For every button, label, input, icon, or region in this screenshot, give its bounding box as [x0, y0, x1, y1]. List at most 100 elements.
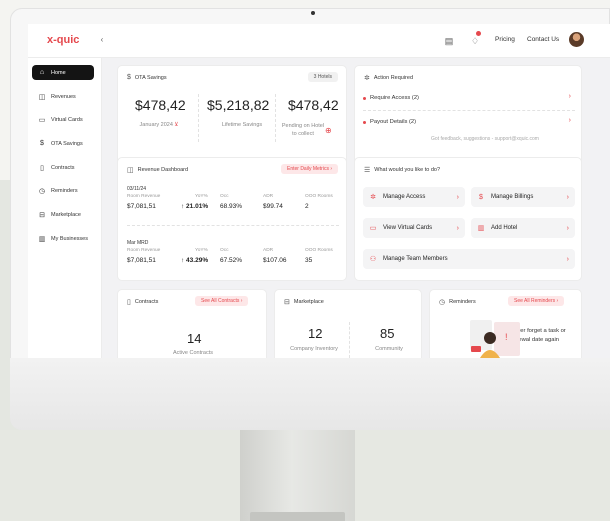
dollar-circle-icon: $	[127, 74, 131, 81]
sidebar-item-label: Reminders	[51, 187, 78, 194]
collapse-sidebar-icon[interactable]: ‹	[96, 34, 108, 46]
status-dot	[363, 96, 366, 100]
card-title: ✲ Action Required	[364, 75, 414, 82]
action-item-payout-details[interactable]: Payout Details (2)	[363, 119, 571, 125]
sidebar-item-label: Home	[51, 69, 66, 76]
sidebar-item-home[interactable]: ⌂ Home	[32, 65, 94, 80]
sidebar-item-ota-savings[interactable]: $ OTA Savings	[32, 136, 94, 151]
card-title: ☰ What would you like to do?	[364, 167, 441, 174]
table-cell: 67.52%	[220, 257, 243, 264]
card-title: ◷ Reminders	[439, 299, 476, 306]
ota-lifetime-value: $5,218,82	[207, 97, 270, 113]
notification-badge	[476, 31, 481, 36]
sidebar-item-label: My Businesses	[51, 235, 88, 242]
team-icon: ⚇	[369, 256, 377, 263]
contracts-card: ▯ Contracts See All Contracts › 14 Activ…	[117, 289, 267, 358]
sidebar-item-contracts[interactable]: ▯ Contracts	[32, 160, 94, 175]
action-item-require-access[interactable]: Require Access (2)	[363, 95, 571, 101]
download-icon: ⊻	[174, 122, 179, 128]
column-header: YoY%	[195, 248, 208, 253]
table-cell: 35	[305, 257, 313, 264]
column-header: ADR	[263, 194, 274, 199]
sidebar-item-reminders[interactable]: ◷ Reminders	[32, 183, 94, 198]
dollar-circle-icon: $	[479, 193, 483, 201]
monitor-stand-base	[250, 512, 345, 521]
sidebar-item-marketplace[interactable]: ⊟ Marketplace	[32, 207, 94, 222]
gear-icon: ✲	[370, 194, 376, 201]
manage-access-button[interactable]: ✲ Manage Access ›	[363, 187, 465, 207]
table-cell: 2	[305, 203, 309, 210]
column-header: Occ	[220, 194, 229, 199]
revenue-date: 03/11/24	[127, 186, 147, 192]
enter-daily-metrics-button[interactable]: Enter Daily Metrics ›	[280, 164, 338, 174]
card-icon: ▭	[369, 225, 377, 232]
manage-team-members-button[interactable]: ⚇ Manage Team Members ›	[363, 249, 575, 269]
sidebar-item-label: Contracts	[51, 164, 75, 171]
store-icon: ⊟	[284, 299, 290, 306]
chevron-right-icon: ›	[566, 193, 569, 201]
svg-text:!: !	[505, 332, 508, 342]
see-all-reminders-button[interactable]: See All Reminders ›	[508, 296, 565, 306]
calendar-icon[interactable]: ▤	[442, 34, 456, 48]
dollar-circle-icon: $	[40, 140, 44, 147]
column-header: Occ	[220, 248, 229, 253]
table-cell: $7,081,51	[127, 203, 156, 210]
ota-month-label: January 2024 ⊻	[139, 122, 179, 128]
sidebar-item-label: OTA Savings	[51, 140, 83, 147]
feedback-text: Got feedback, suggestions - support@xqui…	[431, 136, 539, 142]
marketplace-community-count: 85	[380, 326, 395, 341]
chart-icon: ◫	[38, 93, 46, 101]
pricing-link[interactable]: Pricing	[495, 36, 515, 43]
bell-icon[interactable]: ♢	[468, 34, 482, 48]
divider	[349, 322, 350, 358]
sidebar-item-my-businesses[interactable]: ▥ My Businesses	[32, 231, 94, 246]
building-icon: ▥	[477, 225, 485, 232]
revenue-dashboard-card: ◫ Revenue Dashboard Enter Daily Metrics …	[117, 157, 347, 281]
chevron-right-icon[interactable]: ›	[569, 117, 571, 124]
document-icon: ▯	[40, 164, 44, 172]
table-cell: ↑ 43.29%	[181, 257, 209, 264]
divider	[127, 225, 339, 226]
contact-us-link[interactable]: Contact Us	[527, 36, 559, 43]
action-required-card: ✲ Action Required Require Access (2) › P…	[354, 65, 582, 170]
card-title: $ OTA Savings	[127, 74, 167, 81]
divider	[275, 94, 276, 142]
table-cell: 68.93%	[220, 203, 243, 210]
card-title: ▯ Contracts	[127, 299, 159, 306]
app-screen: x-quic ‹ ▤ ♢ Pricing Contact Us ⌂ Home ◫…	[28, 24, 610, 358]
marketplace-inventory-count: 12	[308, 326, 323, 341]
revenue-date: Mar MRD	[127, 240, 149, 246]
see-all-contracts-button[interactable]: See All Contracts ›	[195, 296, 249, 306]
sidebar-item-label: Virtual Cards	[51, 116, 83, 123]
contracts-count: 14	[187, 331, 202, 346]
marketplace-community-label: Community	[375, 346, 403, 352]
ota-lifetime-label: Lifetime Savings	[221, 122, 263, 128]
avatar[interactable]	[569, 32, 584, 47]
chevron-right-icon: ›	[566, 255, 569, 263]
sidebar-item-revenues[interactable]: ◫ Revenues	[32, 89, 94, 104]
card-title: ◫ Revenue Dashboard	[127, 167, 189, 174]
marketplace-card: ⊟ Marketplace 12 Company Inventory 85 Co…	[274, 289, 422, 358]
sidebar-item-virtual-cards[interactable]: ▭ Virtual Cards	[32, 112, 94, 127]
list-icon: ☰	[364, 167, 371, 174]
home-icon: ⌂	[39, 69, 45, 76]
column-header: ADR	[263, 248, 274, 253]
camera-icon	[311, 11, 315, 15]
reminder-illustration: !	[470, 320, 520, 358]
manage-billings-button[interactable]: $ Manage Billings ›	[471, 187, 575, 207]
logo: x-quic	[47, 34, 80, 46]
building-icon: ▥	[38, 235, 46, 243]
add-hotel-button[interactable]: ▥ Add Hotel ›	[471, 218, 575, 238]
monitor-stand	[240, 430, 355, 521]
table-cell: $7,081,51	[127, 257, 156, 264]
monitor-chin	[10, 358, 610, 430]
contracts-label: Active Contracts	[172, 350, 214, 356]
chevron-right-icon[interactable]: ›	[569, 93, 571, 100]
gear-icon: ✲	[364, 75, 370, 82]
column-header: YoY%	[195, 194, 208, 199]
document-icon: ▯	[127, 299, 131, 306]
view-virtual-cards-button[interactable]: ▭ View Virtual Cards ›	[363, 218, 465, 238]
quick-actions-card: ☰ What would you like to do? ✲ Manage Ac…	[354, 157, 582, 281]
lock-icon: ⊕	[325, 126, 332, 135]
divider	[363, 110, 575, 111]
